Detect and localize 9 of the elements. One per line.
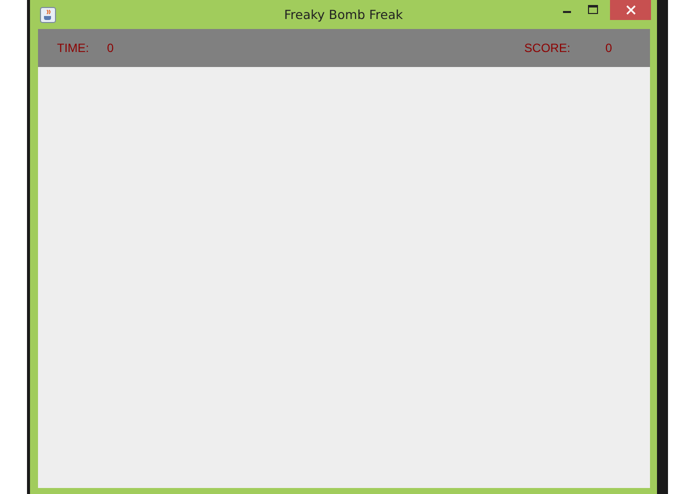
close-icon [626, 5, 636, 15]
time-label: TIME: [57, 41, 89, 55]
coffee-cup-icon [40, 6, 56, 22]
score-label: SCORE: [524, 41, 570, 55]
close-button[interactable] [610, 0, 651, 20]
maximize-icon [588, 5, 598, 15]
score-value: 0 [605, 41, 612, 55]
time-value: 0 [107, 41, 114, 55]
window-title: Freaky Bomb Freak [284, 7, 403, 22]
